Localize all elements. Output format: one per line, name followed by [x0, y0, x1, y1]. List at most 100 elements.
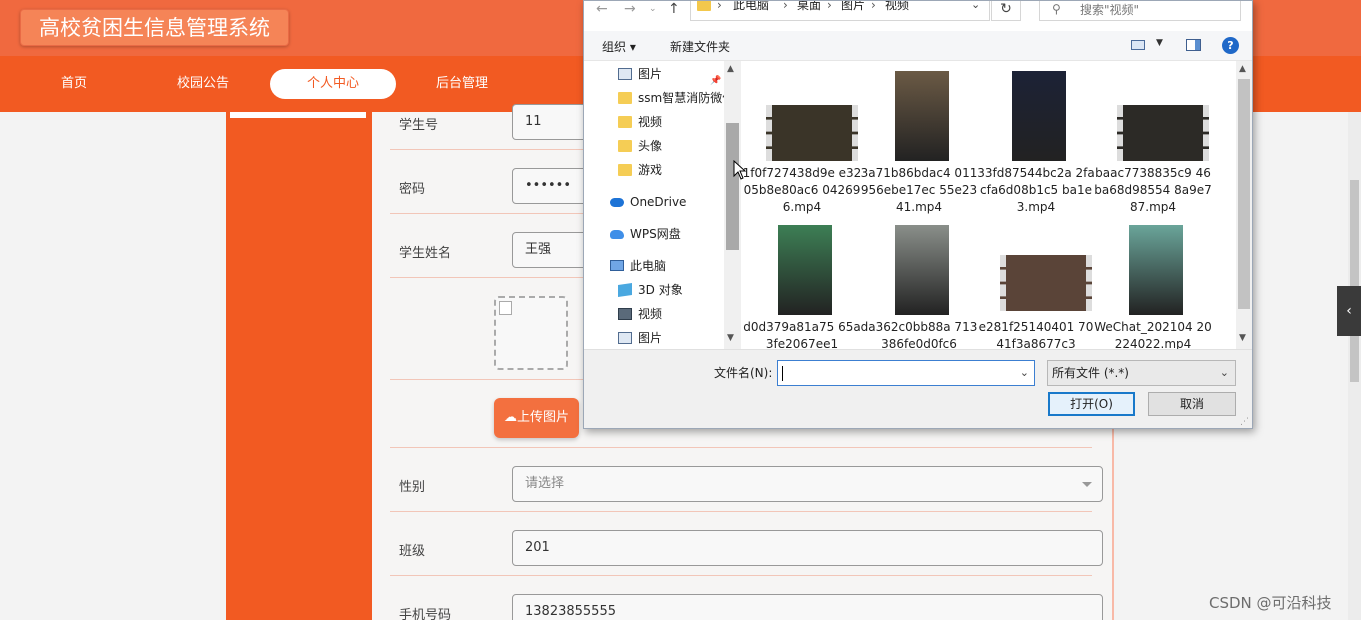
file-item[interactable]: 1f0f727438d9e e3205b8e80ac6 042696.mp4: [742, 69, 862, 214]
new-folder-button[interactable]: 新建文件夹: [670, 38, 730, 55]
view-mode-icon[interactable]: [1131, 40, 1145, 50]
nav-pane-scrollbar-thumb[interactable]: [726, 123, 739, 250]
nav-campus-notice[interactable]: 校园公告: [165, 69, 241, 99]
open-button[interactable]: 打开(O): [1048, 392, 1135, 416]
folder-icon: [618, 164, 632, 176]
file-name: d0d379a81a75 65a3fe2067ee1: [743, 320, 861, 349]
file-name: e281f25140401 7041f3a8677c3: [978, 320, 1094, 349]
gender-select[interactable]: 请选择: [512, 466, 1103, 502]
nav-personal-center[interactable]: 个人中心: [270, 69, 396, 99]
file-item[interactable]: da362c0bb88a 713386fe0d0fc6: [859, 223, 979, 349]
nav-pane-item[interactable]: 图片 📌: [584, 63, 724, 85]
phone-input[interactable]: 13823855555: [512, 594, 1103, 620]
nav-admin[interactable]: 后台管理: [424, 69, 500, 99]
left-sidebar: [226, 112, 372, 620]
breadcrumb-videos[interactable]: 视频: [885, 1, 909, 12]
back-arrow-icon[interactable]: ←: [596, 1, 608, 17]
nav-pane-item[interactable]: 游戏: [584, 159, 724, 181]
nav-pane-item[interactable]: 头像: [584, 135, 724, 157]
help-icon[interactable]: ?: [1222, 37, 1239, 54]
nav-pane-item-label: ssm智慧消防微信: [638, 91, 724, 105]
gender-label: 性别: [399, 480, 426, 495]
breadcrumb-pictures[interactable]: 图片: [841, 1, 865, 12]
navigation-pane: 图片📌ssm智慧消防微信视频头像游戏OneDriveWPS网盘此电脑3D 对象视…: [584, 61, 740, 349]
nav-pane-item[interactable]: ssm智慧消防微信: [584, 87, 724, 109]
nav-pane-scrollbar[interactable]: ▲ ▼: [724, 61, 741, 349]
page-scrollbar[interactable]: [1348, 112, 1361, 620]
student-name-label: 学生姓名: [399, 246, 452, 261]
scroll-up-icon[interactable]: ▲: [727, 64, 734, 74]
file-item[interactable]: WeChat_202104 20224022.mp4: [1093, 223, 1213, 349]
scroll-down-icon[interactable]: ▼: [727, 333, 734, 343]
nav-pane-item-label: 图片: [638, 331, 663, 345]
file-name: WeChat_202104 20224022.mp4: [1094, 320, 1212, 349]
organize-menu[interactable]: 组织 ▾: [602, 38, 636, 55]
file-item[interactable]: 33fd87544bc2a 2facfa6d08b1c5 ba1e3.mp4: [976, 69, 1096, 214]
view-dropdown-icon[interactable]: ▼: [1156, 38, 1163, 48]
cloud-upload-icon: ☁: [503, 410, 517, 425]
folder-icon: [618, 140, 632, 152]
nav-pane-item-label: OneDrive: [630, 195, 687, 209]
file-list-scrollbar[interactable]: ▲ ▼: [1236, 61, 1252, 349]
dialog-toolbar: 组织 ▾ 新建文件夹 ▼ ?: [584, 31, 1252, 61]
side-panel-toggle[interactable]: ‹: [1337, 286, 1361, 336]
chevron-down-icon[interactable]: ⌄: [971, 1, 980, 11]
nav-pane-item[interactable]: WPS网盘: [584, 223, 724, 245]
upload-image-button[interactable]: ☁上传图片: [494, 398, 579, 438]
recent-locations-icon[interactable]: ⌄: [649, 1, 657, 17]
file-list-scrollbar-thumb[interactable]: [1238, 79, 1250, 309]
site-title: 高校贫困生信息管理系统: [20, 9, 289, 46]
breadcrumb-desktop[interactable]: 桌面: [797, 1, 821, 12]
breadcrumb-this-pc[interactable]: 此电脑: [733, 1, 769, 12]
nav-pane-item-label: 此电脑: [630, 259, 667, 273]
nav-pane-item-label: 视频: [638, 115, 663, 129]
form-row-gender: 性别 请选择: [390, 448, 1103, 512]
video-folder-icon: [618, 308, 632, 320]
picture-icon: [618, 332, 632, 344]
nav-pane-item[interactable]: 视频: [584, 303, 724, 325]
file-item[interactable]: 3a71b86bdac4 011956ebe17ec 55e2341.mp4: [859, 69, 979, 214]
video-thumbnail: [895, 71, 949, 161]
file-name: 1f0f727438d9e e3205b8e80ac6 042696.mp4: [742, 166, 862, 214]
video-thumbnail: [1000, 255, 1092, 311]
up-arrow-icon[interactable]: ↑: [668, 1, 680, 17]
phone-label: 手机号码: [399, 608, 452, 620]
file-item[interactable]: e281f25140401 7041f3a8677c3: [976, 223, 1096, 349]
address-bar[interactable]: › 此电脑 › 桌面 › 图片 › 视频 ⌄: [690, 1, 990, 21]
scroll-down-icon[interactable]: ▼: [1239, 333, 1246, 343]
page-scrollbar-thumb[interactable]: [1350, 180, 1359, 382]
sidebar-divider: [230, 112, 366, 118]
filename-label: 文件名(N):: [714, 366, 773, 380]
class-input[interactable]: 201: [512, 530, 1103, 566]
pin-icon: 📌: [710, 76, 722, 85]
nav-pane-item[interactable]: 图片: [584, 327, 724, 349]
forward-arrow-icon[interactable]: →: [624, 1, 636, 17]
nav-pane-item[interactable]: OneDrive: [584, 191, 724, 213]
nav-pane-item[interactable]: 视频: [584, 111, 724, 133]
video-thumbnail: [1117, 105, 1209, 161]
resize-grip-icon[interactable]: ⋰: [1240, 417, 1249, 427]
file-item[interactable]: baac7738835c9 46ba68d98554 8a9e787.mp4: [1093, 69, 1213, 214]
file-type-select[interactable]: 所有文件 (*.*) ⌄: [1047, 360, 1236, 386]
nav-pane-item-label: 游戏: [638, 163, 663, 177]
chevron-left-icon: ‹: [1346, 303, 1352, 319]
class-label: 班级: [399, 544, 426, 559]
nav-home[interactable]: 首页: [36, 69, 112, 99]
folder-icon: [618, 92, 632, 104]
chevron-down-icon: [1082, 482, 1092, 487]
nav-pane-item-label: 图片: [638, 67, 663, 81]
nav-pane-item[interactable]: 此电脑: [584, 255, 724, 277]
scroll-up-icon[interactable]: ▲: [1239, 64, 1246, 74]
file-item[interactable]: d0d379a81a75 65a3fe2067ee1: [742, 223, 862, 349]
chevron-down-icon[interactable]: ⌄: [1020, 361, 1029, 385]
nav-pane-item[interactable]: 3D 对象: [584, 279, 724, 301]
student-id-label: 学生号: [399, 118, 439, 133]
onedrive-icon: [610, 198, 624, 207]
folder-icon: [618, 116, 632, 128]
refresh-button[interactable]: ↻: [991, 1, 1021, 21]
filename-input[interactable]: ⌄: [777, 360, 1035, 386]
search-input[interactable]: ⚲ 搜索"视频": [1039, 1, 1241, 21]
cancel-button[interactable]: 取消: [1148, 392, 1236, 416]
broken-image-icon: [499, 301, 512, 315]
preview-pane-icon[interactable]: [1186, 39, 1201, 51]
